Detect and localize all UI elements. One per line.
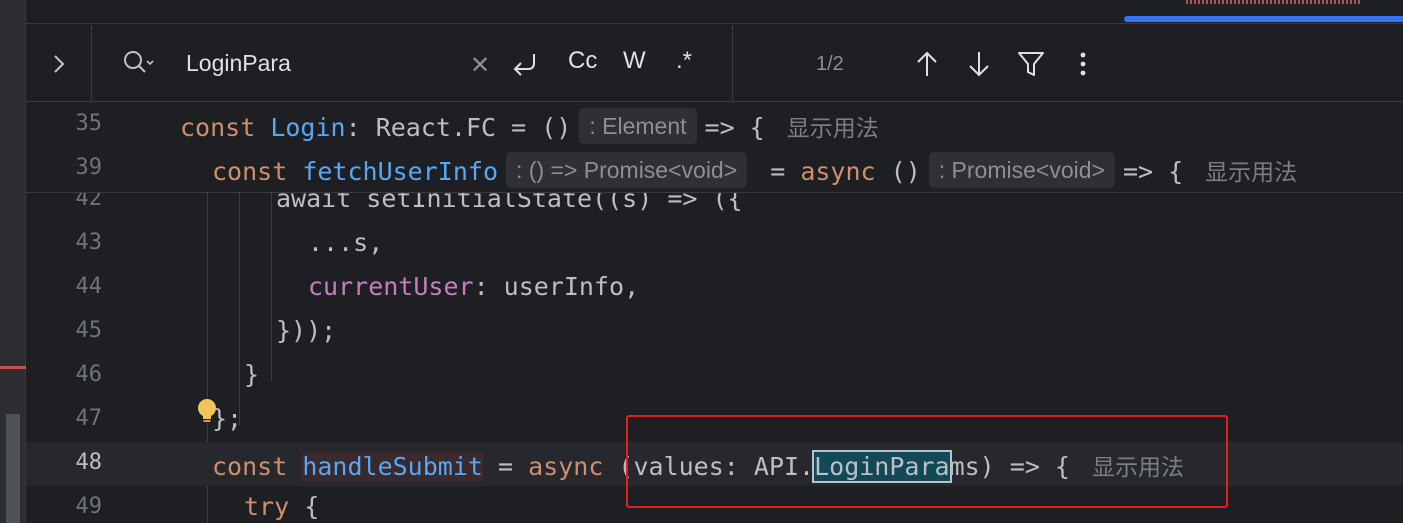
code-fragment: : React.FC = () — [345, 113, 572, 142]
lightbulb-icon[interactable] — [196, 398, 218, 424]
type-hint: : Promise<void> — [928, 152, 1115, 188]
keyword: const — [180, 113, 256, 142]
type-hint: : Element — [579, 108, 697, 144]
keyword: async — [800, 157, 876, 186]
match-count: 1/2 — [816, 53, 844, 75]
next-match-button[interactable] — [964, 49, 994, 79]
keyword: async — [528, 452, 604, 481]
left-gutter-strip — [0, 0, 26, 523]
clear-icon[interactable]: ✕ — [470, 51, 490, 79]
line-number: 46 — [75, 362, 103, 387]
code-text: try { — [244, 492, 319, 521]
sticky-scroll-header: 35 const Login: React.FC = (): Element =>… — [26, 103, 1403, 193]
code-line[interactable]: 46 } — [26, 354, 1403, 398]
find-bar: ✕ Cc W .* 1/2 — [26, 25, 1403, 102]
chevron-right-icon — [53, 54, 64, 73]
type-hint: : () => Promise<void> — [506, 152, 748, 188]
newline-toggle[interactable] — [510, 49, 540, 83]
code-text: })); — [276, 316, 337, 345]
keyword: const — [212, 157, 288, 186]
line-number: 45 — [75, 318, 103, 343]
code-fragment: { — [289, 492, 320, 521]
function-name: handleSubmit — [302, 452, 483, 481]
previous-match-button[interactable] — [912, 49, 942, 79]
expand-replace-button[interactable] — [26, 25, 92, 102]
newline-icon — [513, 54, 535, 76]
code-line[interactable]: 44 currentUser: userInfo, — [26, 266, 1403, 310]
code-line[interactable]: 43 ...s, — [26, 222, 1403, 266]
line-number: 39 — [75, 155, 103, 180]
arrow-down-icon — [969, 52, 989, 77]
function-name: Login — [270, 113, 346, 142]
filter-icon — [1018, 52, 1044, 76]
code-text: const Login: React.FC = (): Element => { 显… — [180, 108, 879, 146]
code-text: } — [244, 360, 260, 389]
code-fragment: () — [875, 157, 921, 186]
code-text: const fetchUserInfo : () => Promise<void>… — [212, 152, 1297, 190]
keyword: try — [244, 492, 290, 521]
line-number: 43 — [75, 230, 103, 255]
line-number: 49 — [75, 494, 103, 519]
annotation-highlight-box — [626, 415, 1228, 508]
code-fragment: = — [770, 157, 801, 186]
tab-strip — [26, 0, 1403, 24]
more-icon — [1080, 52, 1086, 76]
function-name: fetchUserInfo — [302, 157, 498, 186]
more-options-button[interactable] — [1068, 49, 1098, 79]
scrollbar-thumb[interactable] — [6, 414, 20, 523]
code-text: ...s, — [308, 228, 384, 257]
code-fragment: : userInfo, — [473, 272, 640, 301]
line-number: 48 — [75, 450, 103, 475]
code-fragment: => { — [704, 113, 765, 142]
separator — [732, 25, 733, 102]
property: currentUser — [308, 272, 474, 301]
sticky-line[interactable]: 35 const Login: React.FC = (): Element =>… — [26, 103, 1403, 147]
show-usages-link[interactable]: 显示用法 — [1205, 159, 1297, 185]
line-number: 35 — [75, 111, 103, 136]
filter-button[interactable] — [1016, 49, 1046, 79]
code-fragment: => { — [1122, 157, 1184, 186]
code-text: currentUser: userInfo, — [308, 272, 639, 301]
regex-toggle[interactable]: .* — [676, 47, 692, 81]
line-number: 44 — [75, 274, 103, 299]
show-usages-link[interactable]: 显示用法 — [787, 115, 879, 141]
keyword: const — [212, 452, 288, 481]
search-history-button[interactable] — [122, 49, 156, 77]
error-marker — [0, 366, 26, 369]
code-fragment: = — [482, 452, 529, 481]
search-input[interactable] — [186, 47, 466, 79]
arrow-up-icon — [917, 51, 937, 76]
sticky-line[interactable]: 39 const fetchUserInfo : () => Promise<vo… — [26, 147, 1403, 191]
error-squiggle — [1186, 0, 1362, 4]
whole-words-toggle[interactable]: W — [623, 47, 646, 81]
match-case-toggle[interactable]: Cc — [568, 47, 597, 81]
line-number: 47 — [75, 406, 103, 431]
active-tab-indicator — [1124, 16, 1403, 22]
search-icon — [124, 51, 154, 73]
code-line[interactable]: 45 })); — [26, 310, 1403, 354]
